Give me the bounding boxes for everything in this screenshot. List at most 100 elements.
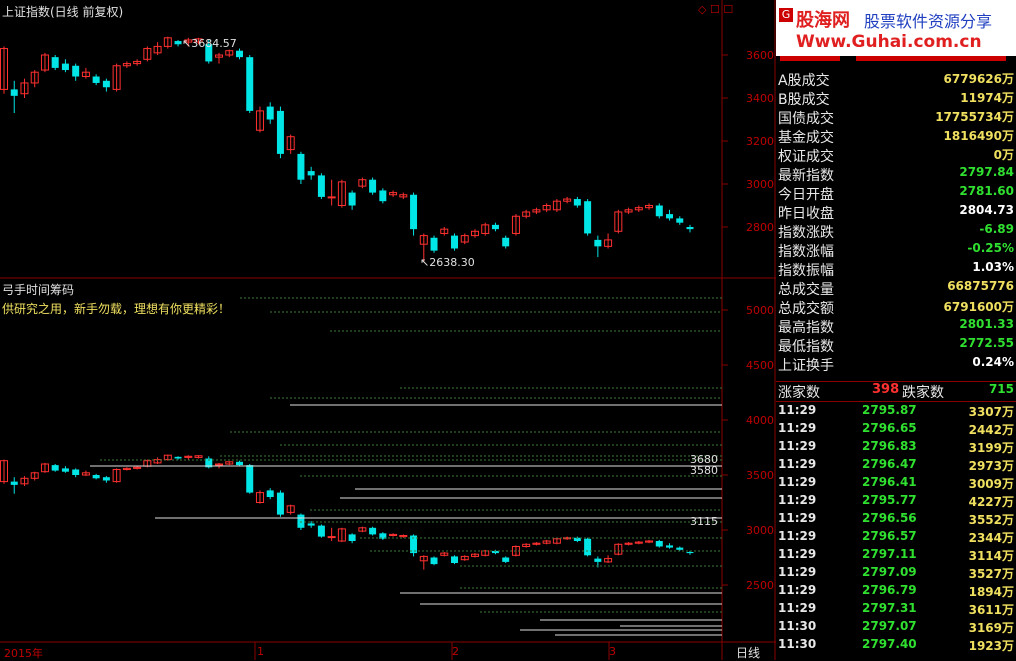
tick-time: 11:29 [778, 529, 817, 543]
tick-volume: 1894万 [968, 585, 1014, 599]
tick-time: 11:29 [778, 565, 817, 579]
stat-value: 1816490万 [943, 129, 1014, 143]
tick-price: 2797.40 [862, 637, 917, 651]
candle-body [655, 205, 663, 217]
tick-volume: 3169万 [968, 621, 1014, 635]
tick-volume: 3114万 [968, 549, 1014, 563]
logo-url: Www.Guhai.com.cn [796, 32, 982, 52]
tick-price: 2796.65 [862, 421, 917, 435]
high-value: 3684.57 [191, 37, 237, 50]
stat-row: 总成交额 6791600万 [776, 298, 1016, 317]
y-axis-label: 3200 [746, 135, 774, 148]
tick-row: 11:29 2796.65 2442万 [776, 421, 1016, 439]
tick-row: 11:29 2796.79 1894万 [776, 583, 1016, 601]
y-axis-label: 3000 [746, 178, 774, 191]
tick-row: 11:29 2797.31 3611万 [776, 601, 1016, 619]
x-axis-label: 2 [452, 645, 459, 658]
stat-row: 今日开盘 2781.60 [776, 184, 1016, 203]
stat-row: 上证换手 0.24% [776, 355, 1016, 374]
tick-time: 11:29 [778, 403, 817, 417]
tick-row: 11:29 2796.41 3009万 [776, 475, 1016, 493]
candle-body [369, 527, 377, 535]
candle-body [92, 76, 100, 83]
stat-value: 66875776 [947, 279, 1014, 293]
candlestick-chart[interactable] [0, 0, 776, 660]
stat-label: B股成交 [778, 92, 830, 108]
candle-body [174, 456, 182, 459]
candle-body [430, 237, 438, 251]
y-axis-label: 2800 [746, 221, 774, 234]
stat-row: 基金成交 1816490万 [776, 127, 1016, 146]
candle-body [72, 65, 80, 77]
stat-row: 昨日收盘 2804.73 [776, 203, 1016, 222]
candle-body [307, 523, 315, 526]
stat-value: 6791600万 [943, 300, 1014, 314]
candle-body [430, 557, 438, 565]
candle-body [584, 538, 592, 556]
candle-body [297, 153, 305, 180]
candle-body [451, 235, 459, 249]
tick-volume: 3199万 [968, 441, 1014, 455]
stat-value: 2804.73 [959, 203, 1014, 217]
tick-row: 11:29 2796.47 2973万 [776, 457, 1016, 475]
x-axis-label: 3 [609, 645, 616, 658]
lower-axis-label: 5000 [746, 304, 774, 317]
candle-body [327, 196, 336, 199]
candle-body [10, 89, 18, 96]
period-selector[interactable]: 日线 [736, 644, 760, 661]
lower-axis-label: 2500 [746, 579, 774, 592]
up-count: 398 [872, 382, 900, 397]
chip-level-label: 3580 [690, 464, 718, 477]
tick-price: 2797.09 [862, 565, 917, 579]
candle-body [317, 525, 325, 537]
candle-body [10, 481, 18, 485]
candle-body [266, 490, 274, 497]
x-axis-label: 1 [257, 645, 264, 658]
stat-label: 最高指数 [778, 320, 834, 336]
candle-body [348, 192, 356, 206]
stat-value: 1.03% [972, 260, 1014, 274]
candle-body [102, 80, 110, 88]
candle-body [276, 492, 284, 515]
candle-body [655, 541, 663, 547]
stat-row: 指数振幅 1.03% [776, 260, 1016, 279]
lower-axis-label: 3500 [746, 469, 774, 482]
candle-body [307, 171, 315, 176]
candle-body [666, 214, 674, 219]
stat-row: A股成交 6779626万 [776, 70, 1016, 89]
stat-row: 权证成交 0万 [776, 146, 1016, 165]
tick-volume: 3611万 [968, 603, 1014, 617]
low-value: 2638.30 [429, 256, 475, 269]
candle-body [491, 224, 499, 230]
stat-row: 最高指数 2801.33 [776, 317, 1016, 336]
logo-name: 股海网 [796, 10, 850, 31]
stat-label: 今日开盘 [778, 187, 834, 203]
tick-row: 11:29 2796.57 2344万 [776, 529, 1016, 547]
stat-value: 0万 [993, 148, 1014, 162]
x-axis-label: 2015年 [4, 647, 43, 660]
tick-time: 11:29 [778, 547, 817, 561]
stat-row: 国债成交 17755734万 [776, 108, 1016, 127]
candle-body [266, 106, 274, 120]
stat-label: 昨日收盘 [778, 206, 834, 222]
candle-body [686, 552, 694, 554]
stat-row: 最低指数 2772.55 [776, 336, 1016, 355]
stat-label: 最新指数 [778, 168, 834, 184]
stat-row: 指数涨幅 -0.25% [776, 241, 1016, 260]
tick-row: 11:29 2796.56 3552万 [776, 511, 1016, 529]
stat-row: 总成交量 66875776 [776, 279, 1016, 298]
y-axis-label: 3600 [746, 49, 774, 62]
logo-subtitle: 股票软件资源分享 [864, 12, 993, 31]
stat-row: 最新指数 2797.84 [776, 165, 1016, 184]
tick-volume: 3009万 [968, 477, 1014, 491]
candle-body [573, 199, 581, 206]
candle-body [51, 57, 59, 68]
tick-time: 11:30 [778, 637, 817, 651]
chip-level-label: 3115 [690, 515, 718, 528]
tick-price: 2796.56 [862, 511, 917, 525]
tick-price: 2796.41 [862, 475, 917, 489]
divider [776, 401, 1016, 402]
candle-body [297, 514, 305, 528]
window-control-icons[interactable]: ◇ ☐ ☐ [698, 3, 733, 16]
lower-axis-label: 4500 [746, 359, 774, 372]
